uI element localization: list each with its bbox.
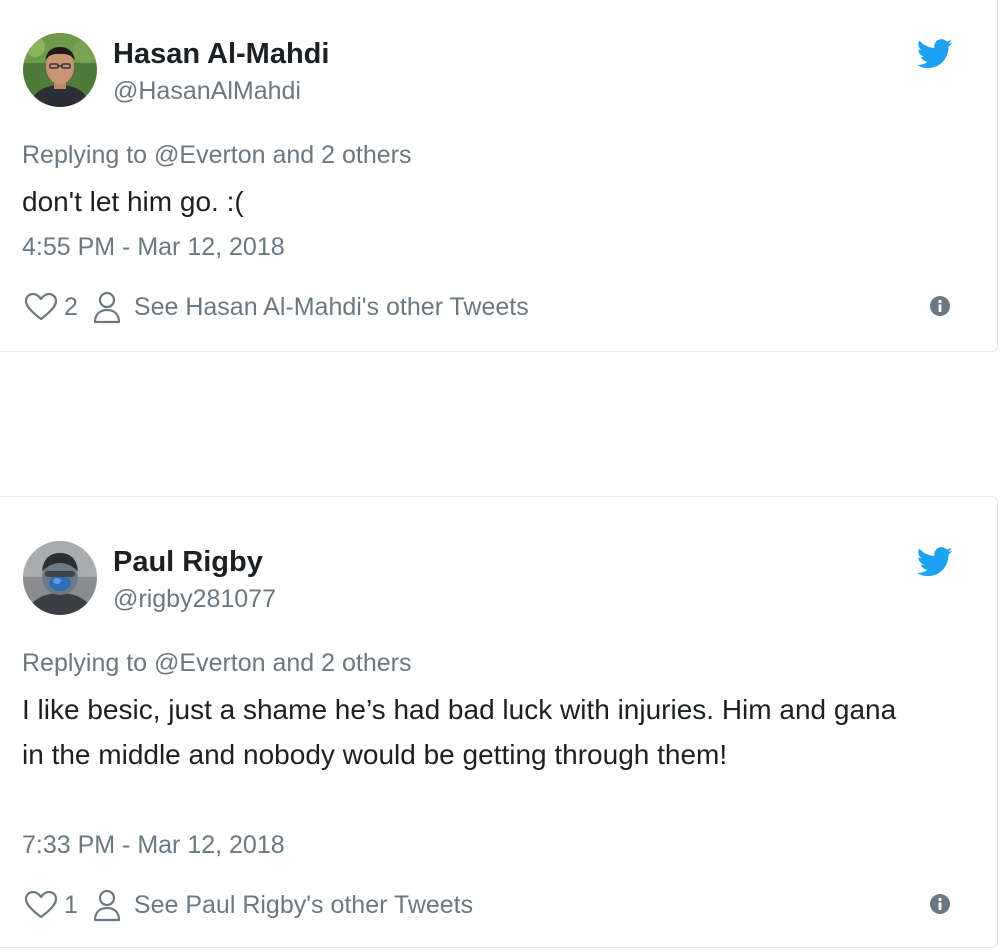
avatar[interactable] xyxy=(23,33,97,107)
tweet-text: I like besic, just a shame he’s had bad … xyxy=(22,694,897,770)
tweet-actions: 1 See Paul Rigby's other Tweets xyxy=(24,887,473,923)
tweet-text: don't let him go. :( xyxy=(22,186,244,217)
info-icon[interactable] xyxy=(929,893,951,915)
avatar[interactable] xyxy=(23,541,97,615)
person-icon[interactable] xyxy=(92,290,122,324)
author-name[interactable]: Paul Rigby xyxy=(113,546,263,579)
like-count[interactable]: 1 xyxy=(64,891,78,920)
info-icon[interactable] xyxy=(929,295,951,317)
author-handle[interactable]: @HasanAlMahdi xyxy=(113,77,301,106)
timestamp[interactable]: 4:55 PM - Mar 12, 2018 xyxy=(22,233,285,262)
twitter-bird-icon[interactable] xyxy=(917,547,953,577)
replying-to[interactable]: Replying to @Everton and 2 others xyxy=(22,141,412,170)
heart-icon[interactable] xyxy=(24,890,58,920)
tweet-actions: 2 See Hasan Al-Mahdi's other Tweets xyxy=(24,289,529,325)
replying-to[interactable]: Replying to @Everton and 2 others xyxy=(22,649,412,678)
tweet-card: Hasan Al-Mahdi @HasanAlMahdi Replying to… xyxy=(0,0,998,352)
tweet-card: Paul Rigby @rigby281077 Replying to @Eve… xyxy=(0,496,998,948)
person-icon[interactable] xyxy=(92,888,122,922)
like-count[interactable]: 2 xyxy=(64,293,78,322)
author-handle[interactable]: @rigby281077 xyxy=(113,585,276,614)
twitter-bird-icon[interactable] xyxy=(917,39,953,69)
other-tweets-link[interactable]: See Paul Rigby's other Tweets xyxy=(134,891,473,920)
other-tweets-link[interactable]: See Hasan Al-Mahdi's other Tweets xyxy=(134,293,529,322)
avatar-photo xyxy=(23,541,97,615)
heart-icon[interactable] xyxy=(24,292,58,322)
timestamp[interactable]: 7:33 PM - Mar 12, 2018 xyxy=(22,831,285,860)
avatar-photo xyxy=(23,33,97,107)
author-name[interactable]: Hasan Al-Mahdi xyxy=(113,38,329,71)
